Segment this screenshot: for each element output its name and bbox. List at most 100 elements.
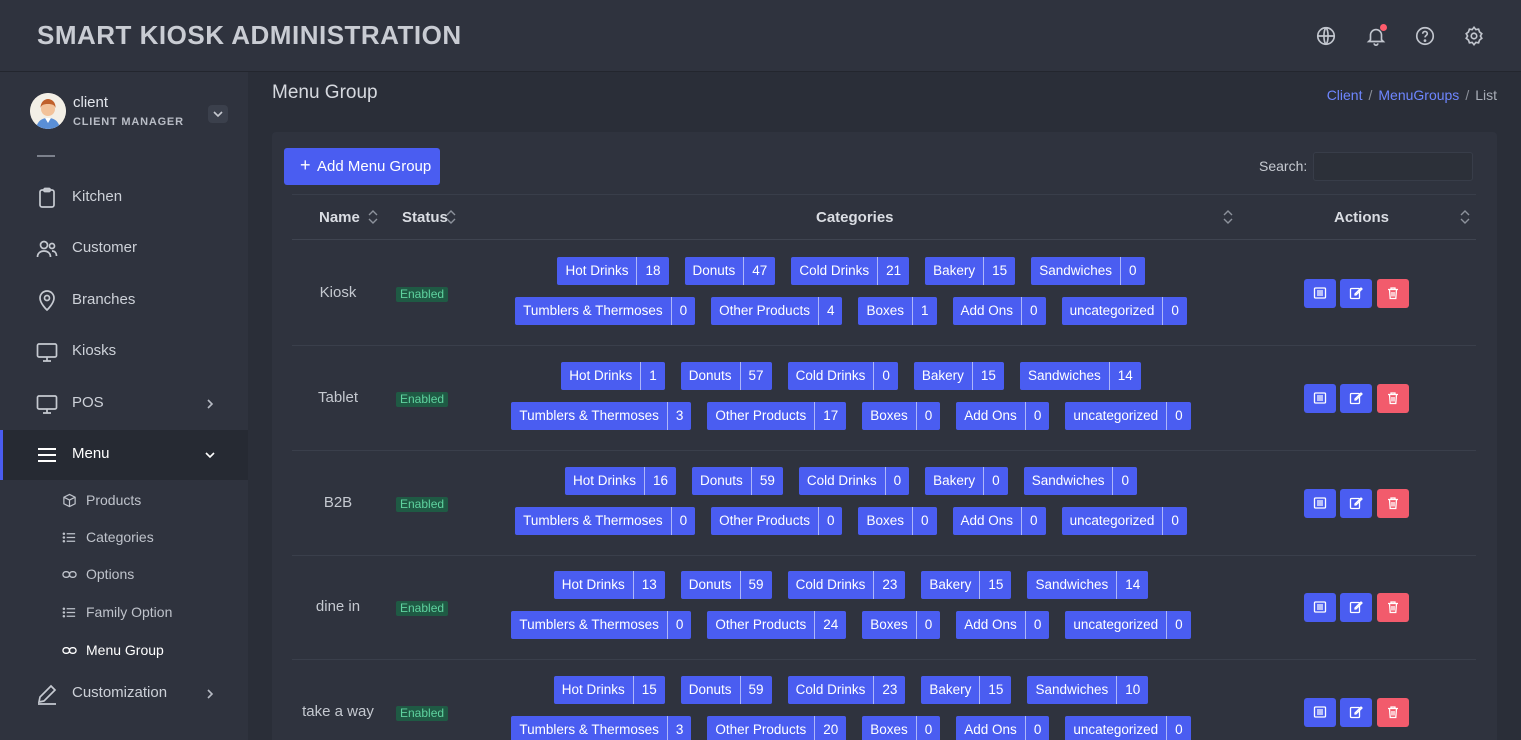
link-icon [62, 643, 77, 658]
category-count: 59 [739, 676, 772, 704]
column-header-name[interactable]: Name [319, 209, 360, 226]
category-badge: Tumblers & Thermoses 0 [511, 611, 692, 639]
category-badge: Bakery 0 [925, 467, 1008, 495]
delete-button[interactable] [1377, 279, 1409, 308]
chevron-right-icon [203, 397, 217, 411]
submenu-item-family-option[interactable]: Family Option [0, 597, 248, 627]
edit-button[interactable] [1340, 279, 1372, 308]
category-count: 0 [915, 716, 941, 740]
edit-icon [1349, 497, 1363, 510]
submenu-item-categories[interactable]: Categories [0, 522, 248, 552]
column-header-categories[interactable]: Categories [816, 209, 894, 226]
category-badge: Sandwiches 0 [1031, 257, 1145, 285]
category-badge: Other Products 20 [707, 716, 847, 740]
view-button[interactable] [1304, 489, 1336, 518]
menu-icon [35, 443, 59, 467]
globe-icon[interactable] [1315, 25, 1337, 47]
edit-button[interactable] [1340, 698, 1372, 727]
sort-icon[interactable] [445, 208, 457, 226]
view-button[interactable] [1304, 384, 1336, 413]
breadcrumb-link-client[interactable]: Client [1327, 87, 1363, 103]
edit-button[interactable] [1340, 384, 1372, 413]
sidebar-item-label: Customer [72, 239, 138, 256]
category-name: Bakery [929, 682, 972, 697]
sidebar-item-label: Kiosks [72, 342, 117, 359]
breadcrumb: Client / MenuGroups / List [1327, 87, 1497, 103]
view-button[interactable] [1304, 279, 1336, 308]
sidebar-item-customer[interactable]: Customer [0, 224, 248, 274]
delete-button[interactable] [1377, 593, 1409, 622]
category-name: Add Ons [964, 408, 1017, 423]
chevron-down-icon [213, 111, 223, 118]
clipboard-icon [35, 186, 59, 210]
category-badge: Other Products 24 [707, 611, 847, 639]
category-count: 13 [632, 571, 665, 599]
add-menu-group-button[interactable]: + Add Menu Group [284, 148, 440, 185]
user-block[interactable]: client CLIENT MANAGER [0, 72, 248, 152]
category-count: 20 [814, 716, 846, 740]
category-name: Boxes [870, 408, 908, 423]
app-title: SMART KIOSK ADMINISTRATION [37, 20, 462, 50]
category-name: Other Products [719, 303, 810, 318]
category-name: uncategorized [1073, 617, 1159, 632]
category-badge: Add Ons 0 [956, 402, 1050, 430]
submenu-item-label: Menu Group [86, 642, 164, 658]
category-count: 0 [983, 467, 1008, 495]
delete-button[interactable] [1377, 698, 1409, 727]
category-badge: Cold Drinks 23 [787, 676, 906, 704]
category-name: Add Ons [960, 303, 1014, 318]
edit-button[interactable] [1340, 593, 1372, 622]
sidebar-item-kitchen[interactable]: Kitchen [0, 173, 248, 223]
category-name: Sandwiches [1035, 577, 1109, 592]
category-count: 59 [750, 467, 783, 495]
category-badge: Cold Drinks 0 [787, 362, 898, 390]
category-name: Add Ons [960, 513, 1014, 528]
breadcrumb-separator: / [1465, 87, 1470, 103]
category-count: 0 [1162, 297, 1187, 325]
column-header-actions[interactable]: Actions [1334, 209, 1389, 226]
view-button[interactable] [1304, 593, 1336, 622]
sort-icon[interactable] [1459, 208, 1471, 226]
delete-button[interactable] [1377, 384, 1409, 413]
sort-icon[interactable] [1222, 208, 1234, 226]
category-badge: Add Ons 0 [956, 716, 1050, 740]
bell-icon[interactable] [1365, 24, 1387, 47]
submenu-item-options[interactable]: Options [0, 559, 248, 589]
sidebar-item-menu[interactable]: Menu [0, 430, 248, 480]
edit-icon [1349, 287, 1363, 300]
breadcrumb-link-menugroups[interactable]: MenuGroups [1378, 87, 1459, 103]
settings-icon[interactable] [1463, 25, 1485, 47]
divider [37, 155, 55, 157]
category-count: 57 [739, 362, 772, 390]
submenu-item-label: Categories [86, 529, 154, 545]
category-badge: Add Ons 0 [956, 611, 1050, 639]
category-count: 1 [912, 297, 937, 325]
sidebar-item-branches[interactable]: Branches [0, 276, 248, 326]
category-name: Donuts [688, 368, 732, 383]
category-line: Tumblers & Thermoses 3 Other Products 20 Box… [292, 716, 1410, 740]
edit-button[interactable] [1340, 489, 1372, 518]
sidebar-item-kiosks[interactable]: Kiosks [0, 327, 248, 377]
plus-icon: + [300, 155, 311, 175]
sort-icon[interactable] [367, 208, 379, 226]
category-count: 14 [1108, 362, 1141, 390]
submenu-item-menu-group[interactable]: Menu Group [0, 635, 248, 665]
category-badge: Hot Drinks 16 [564, 467, 677, 495]
submenu-item-products[interactable]: Products [0, 485, 248, 515]
category-name: Tumblers & Thermoses [523, 303, 663, 318]
category-name: Boxes [866, 303, 904, 318]
search-input[interactable] [1313, 152, 1473, 181]
view-button[interactable] [1304, 698, 1336, 727]
help-icon[interactable] [1414, 25, 1436, 47]
category-name: Sandwiches [1035, 682, 1109, 697]
user-menu-toggle[interactable] [208, 105, 228, 123]
category-name: Boxes [870, 722, 908, 737]
delete-button[interactable] [1377, 489, 1409, 518]
sidebar-item-customization[interactable]: Customization [0, 669, 248, 719]
categories-cell: Hot Drinks 1 Donuts 57 Cold Drinks 0 Bakery 15 S… [292, 346, 1410, 451]
sidebar-item-pos[interactable]: POS [0, 379, 248, 429]
column-header-status[interactable]: Status [402, 209, 448, 226]
category-name: Bakery [933, 473, 976, 488]
category-count: 0 [1162, 507, 1187, 535]
category-badge: Donuts 59 [680, 676, 772, 704]
